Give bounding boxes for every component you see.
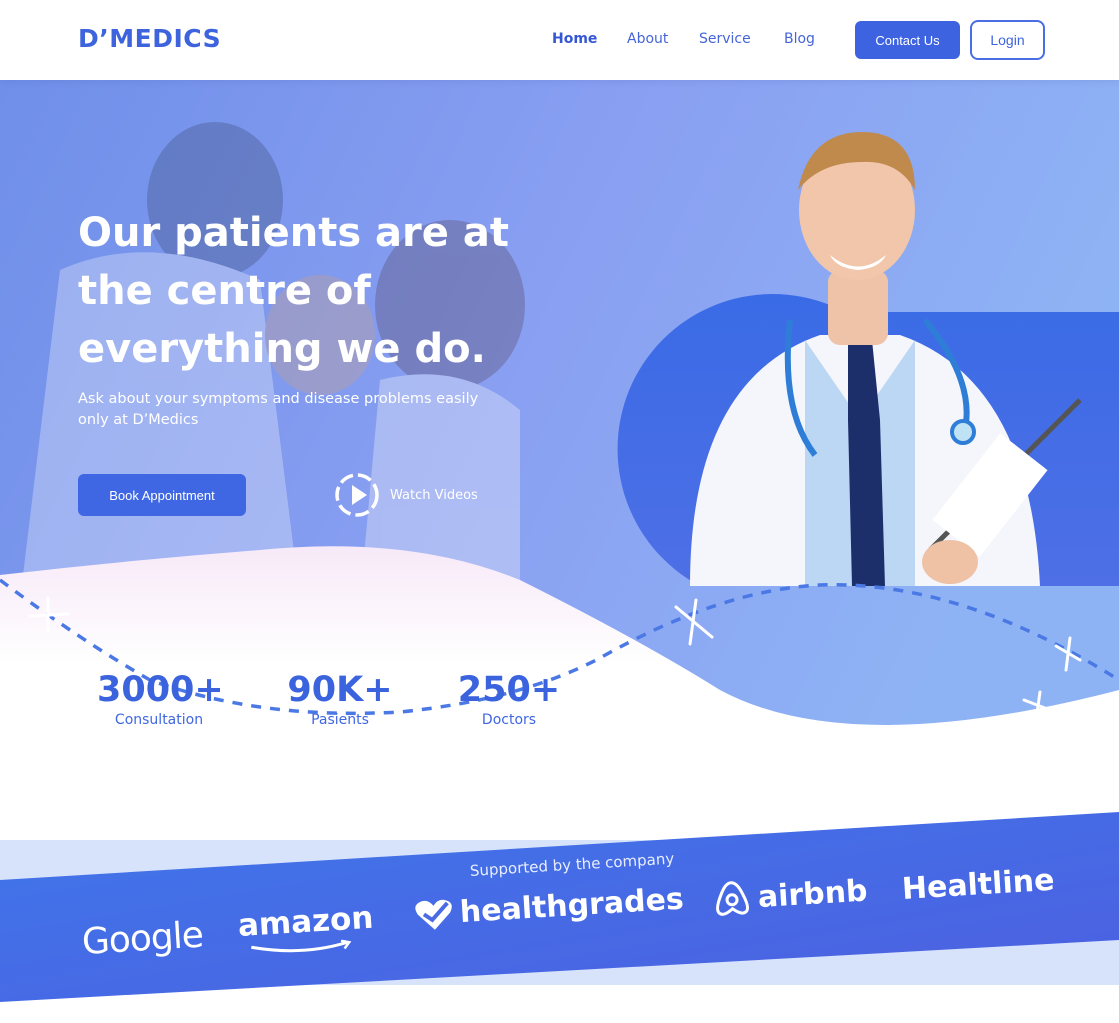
stat-patients: 90K+ Pasients xyxy=(280,670,400,728)
hero-section: Our patients are at the centre of everyt… xyxy=(0,80,1119,780)
stat-label: Pasients xyxy=(311,712,369,728)
stat-label: Doctors xyxy=(481,712,537,728)
airbnb-icon xyxy=(716,881,750,916)
stat-doctors: 250+ Doctors xyxy=(456,670,562,728)
heart-check-icon xyxy=(415,899,452,930)
hero-subtitle: Ask about your symptoms and disease prob… xyxy=(78,391,479,428)
stat-consultation: 3000+ Consultation xyxy=(97,670,224,728)
watch-videos-label: Watch Videos xyxy=(390,487,478,503)
nav-home[interactable]: Home xyxy=(552,31,597,47)
stat-value: 90K+ xyxy=(287,670,393,710)
stat-label: Consultation xyxy=(114,712,204,728)
watch-videos-button[interactable]: Watch Videos xyxy=(334,472,478,518)
site-logo[interactable]: D’MEDICS xyxy=(78,24,221,53)
hero-title: Our patients are at the centre of everyt… xyxy=(78,210,509,372)
brand-airbnb-label: airbnb xyxy=(756,873,869,915)
nav-about[interactable]: About xyxy=(627,31,668,47)
top-nav: D’MEDICS Home About Service Blog Contact… xyxy=(0,0,1119,80)
book-appointment-button[interactable]: Book Appointment xyxy=(78,474,246,516)
play-icon xyxy=(335,473,379,517)
nav-service[interactable]: Service xyxy=(699,31,751,47)
stat-value: 250+ xyxy=(457,670,561,710)
brand-google: Google xyxy=(80,914,204,963)
contact-us-button[interactable]: Contact Us xyxy=(855,21,960,59)
nav-blog[interactable]: Blog xyxy=(784,31,815,47)
stat-value: 3000+ xyxy=(97,670,224,710)
login-button[interactable]: Login xyxy=(970,20,1045,60)
